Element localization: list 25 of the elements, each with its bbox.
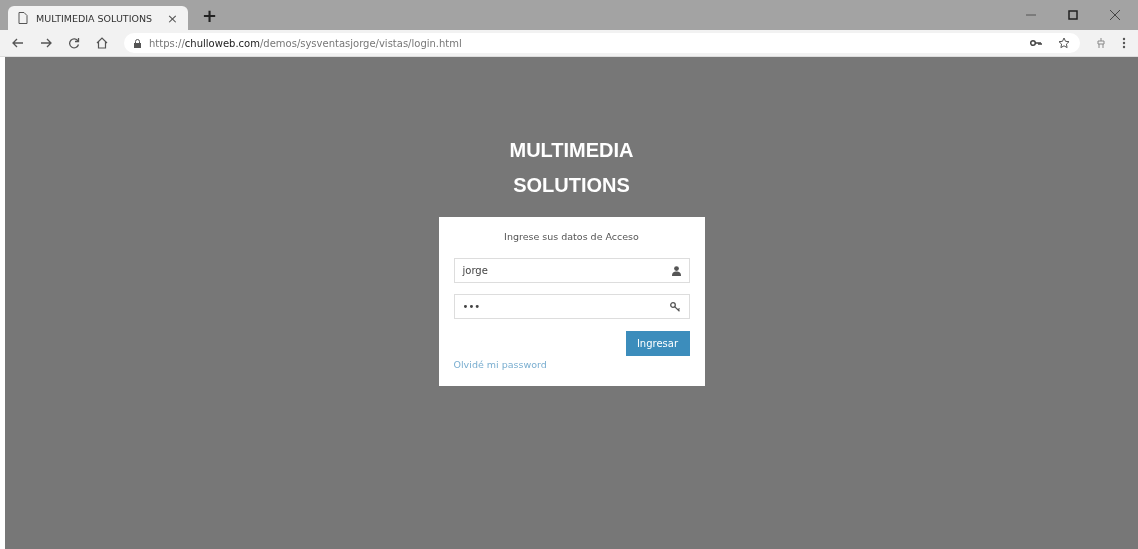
- password-field[interactable]: •••: [453, 294, 690, 319]
- forward-icon[interactable]: [40, 37, 52, 49]
- app-title: MULTIMEDIA: [509, 138, 634, 163]
- new-tab-button[interactable]: +: [202, 4, 218, 26]
- home-icon[interactable]: [96, 37, 108, 49]
- close-tab-button[interactable]: ×: [167, 10, 178, 26]
- username-field[interactable]: jorge: [453, 258, 690, 283]
- app-title: SOLUTIONS: [513, 173, 630, 198]
- browser-tab[interactable]: MULTIMEDIA SOLUTIONS ×: [8, 6, 188, 30]
- login-prompt: Ingrese sus datos de Acceso: [503, 231, 640, 242]
- url-text: https://chulloweb.com/demos/sysventasjorge/vistas/login.html: [149, 37, 462, 49]
- page-icon: [18, 12, 28, 24]
- star-icon[interactable]: [1058, 37, 1070, 49]
- key-icon[interactable]: [1030, 39, 1042, 47]
- back-icon[interactable]: [12, 37, 24, 49]
- maximize-icon[interactable]: [1068, 10, 1078, 20]
- address-bar[interactable]: https://chulloweb.com/demos/sysventasjorge/vistas/login.html: [124, 33, 1080, 53]
- menu-icon[interactable]: [1122, 37, 1126, 49]
- tab-title: MULTIMEDIA SOLUTIONS: [36, 12, 154, 24]
- user-icon: [671, 265, 681, 276]
- reload-icon[interactable]: [68, 37, 80, 49]
- close-icon[interactable]: [1110, 10, 1120, 20]
- lock-icon: [134, 38, 141, 48]
- login-button[interactable]: Ingresar: [625, 331, 690, 356]
- key-icon: [669, 301, 681, 312]
